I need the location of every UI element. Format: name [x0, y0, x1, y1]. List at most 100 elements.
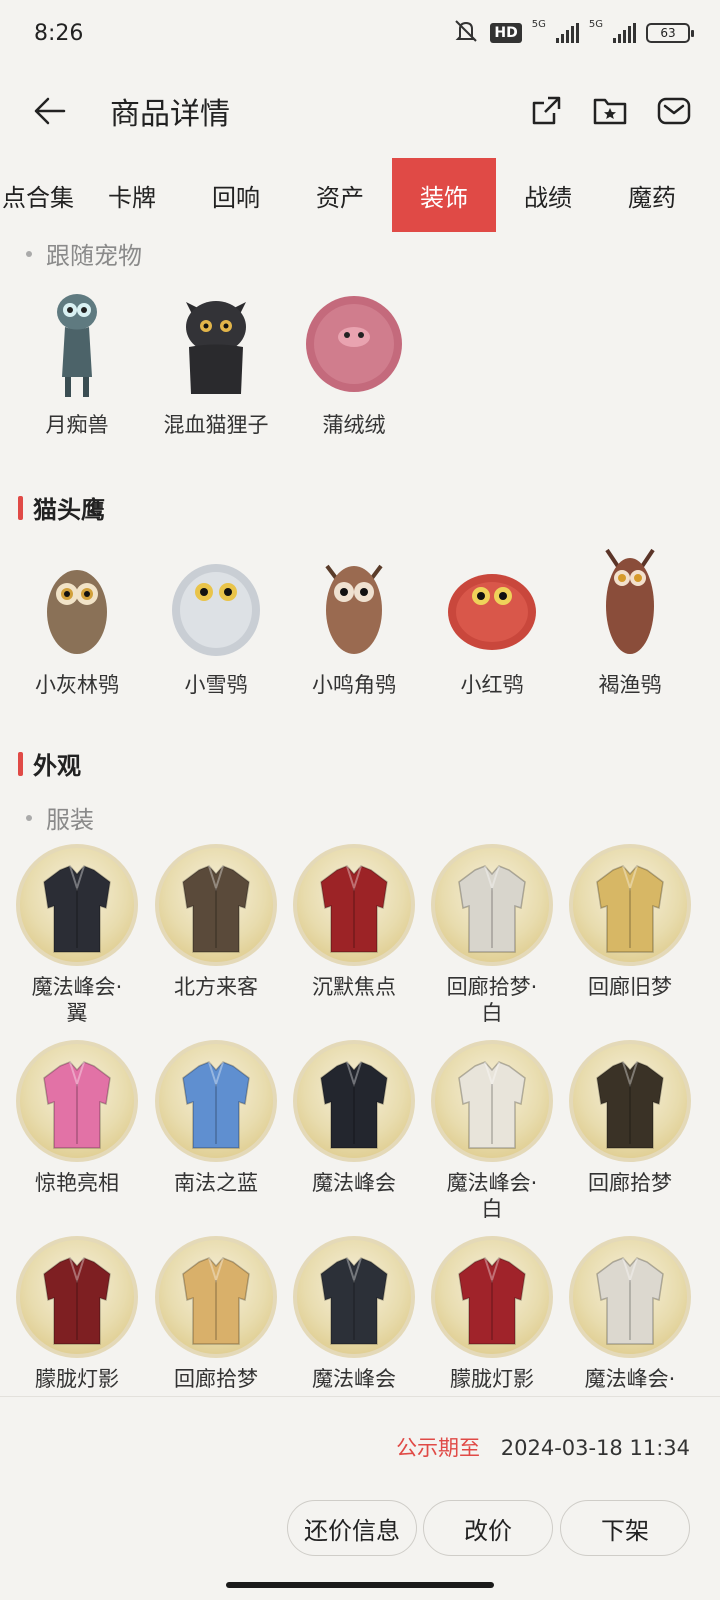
- signal-icon: [555, 23, 579, 43]
- outfit-image: [293, 1040, 415, 1162]
- outfit-image: [431, 1236, 553, 1358]
- tab-decorations[interactable]: 装饰: [392, 158, 496, 232]
- appearance-title-text: 外观: [33, 752, 81, 780]
- owl-item[interactable]: 小灰林鸮: [7, 542, 147, 698]
- pet-item[interactable]: 月痴兽: [7, 282, 147, 438]
- owl-name: 小红鸮: [460, 673, 524, 697]
- outfit-image: [569, 1040, 691, 1162]
- back-icon[interactable]: [30, 91, 70, 131]
- outfit-item[interactable]: 北方来客: [146, 844, 286, 1000]
- pet-puffskein-image: [299, 282, 409, 402]
- outfit-name: 魔法峰会: [312, 1367, 396, 1391]
- outfit-image: [155, 1040, 277, 1162]
- pet-name: 蒲绒绒: [322, 413, 386, 437]
- pet-name: 混血猫狸子: [163, 413, 269, 437]
- outfit-name: 魔法峰会·: [446, 1171, 538, 1195]
- favorite-folder-icon[interactable]: [590, 91, 630, 131]
- header: 商品详情: [0, 66, 720, 156]
- status-time: 8:26: [34, 20, 84, 46]
- outfit-item[interactable]: 沉默焦点: [284, 844, 424, 1000]
- pet-name: 月痴兽: [45, 413, 109, 437]
- outfit-image: [293, 844, 415, 966]
- owl-fishing-image: [575, 542, 685, 662]
- outfit-image: [293, 1236, 415, 1358]
- outfit-item[interactable]: 回廊拾梦: [146, 1236, 286, 1392]
- outfit-item[interactable]: 回廊拾梦· 白: [422, 844, 562, 1026]
- footer-divider: [0, 1396, 720, 1397]
- status-bar: 8:26 HD 5G 5G 63: [0, 0, 720, 66]
- outfit-image: [16, 1236, 138, 1358]
- message-icon[interactable]: [654, 91, 694, 131]
- outfit-item[interactable]: 回廊旧梦: [560, 844, 700, 1000]
- outfit-item[interactable]: 回廊拾梦: [560, 1040, 700, 1196]
- tab-echoes[interactable]: 回响: [184, 158, 288, 232]
- delist-button[interactable]: 下架: [560, 1500, 690, 1556]
- pet-mooncalf-image: [22, 282, 132, 402]
- outfit-image: [155, 1236, 277, 1358]
- outfit-item[interactable]: 魔法峰会· 白: [422, 1040, 562, 1222]
- battery-icon: 63: [646, 23, 694, 43]
- owls-section-title: 猫头鹰: [18, 490, 105, 525]
- outfit-image: [16, 1040, 138, 1162]
- outfit-name: 回廊拾梦·: [446, 975, 538, 999]
- outfit-item[interactable]: 南法之蓝: [146, 1040, 286, 1196]
- category-tabs: 点合集 卡牌 回响 资产 装饰 战绩 魔药: [0, 158, 720, 232]
- outfit-image: [569, 844, 691, 966]
- outfit-name: 北方来客: [174, 975, 258, 999]
- outfit-item[interactable]: 魔法峰会: [284, 1236, 424, 1392]
- tab-assets[interactable]: 资产: [288, 158, 392, 232]
- bullet-dot: [26, 814, 32, 821]
- owl-name: 小鸣角鸮: [312, 673, 396, 697]
- pet-kneazle-image: [161, 282, 271, 402]
- change-price-button[interactable]: 改价: [423, 1500, 553, 1556]
- owl-snowy-image: [161, 542, 271, 662]
- status-indicators: HD 5G 5G 63: [452, 19, 694, 47]
- network-label-2: 5G: [588, 19, 603, 30]
- outfit-name: 回廊拾梦: [588, 1171, 672, 1195]
- deadline-label: 公示期至: [396, 1436, 481, 1460]
- pet-item[interactable]: 蒲绒绒: [284, 282, 424, 438]
- signal-icon-2: [613, 23, 636, 43]
- outfit-image: [16, 844, 138, 966]
- outfit-item[interactable]: 魔法峰会·: [560, 1236, 700, 1392]
- outfit-name: 南法之蓝: [174, 1171, 258, 1195]
- owl-name: 小灰林鸮: [35, 673, 119, 697]
- outfit-name: 回廊旧梦: [588, 975, 672, 999]
- owl-item[interactable]: 小雪鸮: [146, 542, 286, 698]
- pets-sublabel-text: 跟随宠物: [46, 242, 142, 270]
- owl-name: 小雪鸮: [184, 673, 248, 697]
- home-indicator[interactable]: [226, 1582, 494, 1588]
- network-label-1: 5G: [531, 19, 546, 30]
- outfit-item[interactable]: 朦胧灯影: [422, 1236, 562, 1392]
- outfit-name: 惊艳亮相: [35, 1171, 119, 1195]
- share-icon[interactable]: [526, 91, 566, 131]
- tab-highlights[interactable]: 点合集: [0, 158, 80, 232]
- outfit-image: [155, 844, 277, 966]
- outfit-item[interactable]: 朦胧灯影: [7, 1236, 147, 1392]
- outfit-item[interactable]: 魔法峰会· 翼: [7, 844, 147, 1026]
- tab-cards[interactable]: 卡牌: [80, 158, 184, 232]
- outfit-name: 魔法峰会·: [584, 1367, 676, 1391]
- counter-offer-button[interactable]: 还价信息: [287, 1500, 417, 1556]
- owl-item[interactable]: 褐渔鸮: [560, 542, 700, 698]
- owl-item[interactable]: 小红鸮: [422, 542, 562, 698]
- outfits-sublabel-text: 服装: [46, 806, 94, 834]
- owls-title-text: 猫头鹰: [33, 496, 105, 524]
- owl-red-image: [437, 542, 547, 662]
- outfits-sublabel: 服装: [26, 800, 94, 835]
- outfit-item[interactable]: 惊艳亮相: [7, 1040, 147, 1196]
- section-accent-bar: [18, 495, 23, 520]
- tab-records[interactable]: 战绩: [496, 158, 600, 232]
- owl-scops-image: [299, 542, 409, 662]
- owl-item[interactable]: 小鸣角鸮: [284, 542, 424, 698]
- outfit-name: 朦胧灯影: [35, 1367, 119, 1391]
- outfit-name: 朦胧灯影: [450, 1367, 534, 1391]
- pet-item[interactable]: 混血猫狸子: [146, 282, 286, 438]
- tab-potions[interactable]: 魔药: [600, 158, 704, 232]
- bullet-dot: [26, 250, 32, 257]
- outfit-name: 沉默焦点: [312, 975, 396, 999]
- page-title: 商品详情: [110, 97, 230, 132]
- outfit-image: [569, 1236, 691, 1358]
- outfit-item[interactable]: 魔法峰会: [284, 1040, 424, 1196]
- outfit-name: 魔法峰会: [312, 1171, 396, 1195]
